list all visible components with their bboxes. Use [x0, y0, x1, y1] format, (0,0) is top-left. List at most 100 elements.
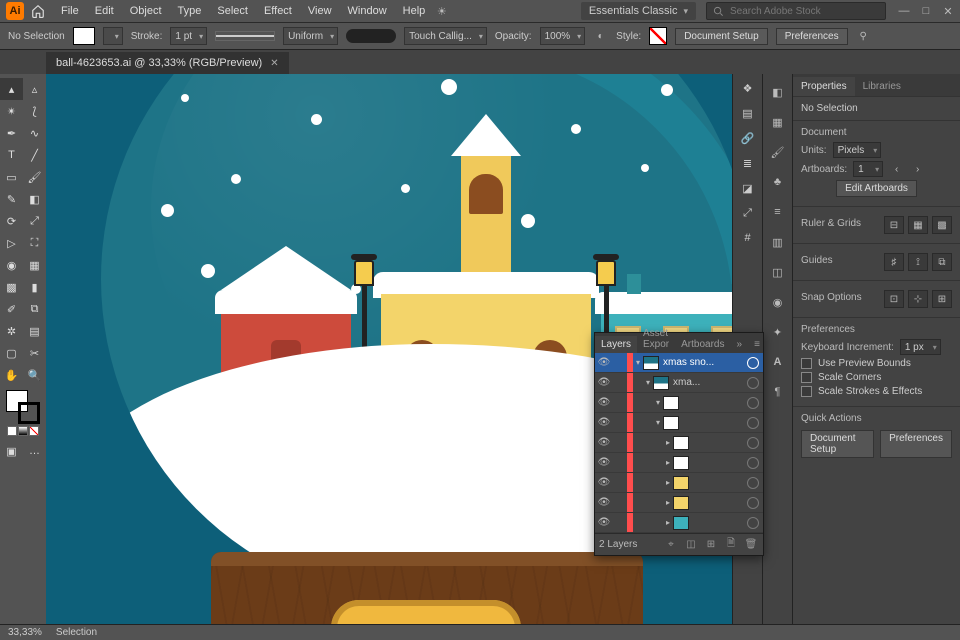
target-icon[interactable]: [747, 437, 759, 449]
layer-row[interactable]: 👁▸: [595, 453, 763, 473]
screen-mode-tool[interactable]: ▣: [0, 440, 23, 462]
menu-edit[interactable]: Edit: [88, 2, 121, 20]
zoom-level[interactable]: 33,33%: [8, 627, 42, 638]
menu-view[interactable]: View: [301, 2, 339, 20]
brightness-icon[interactable]: ☀: [434, 4, 449, 19]
pen-tool[interactable]: ✒: [0, 122, 23, 144]
menu-file[interactable]: File: [54, 2, 86, 20]
visibility-icon[interactable]: 👁: [595, 437, 613, 448]
rectangle-tool[interactable]: ▭: [0, 166, 23, 188]
symbol-sprayer-tool[interactable]: ✲: [0, 320, 23, 342]
smart-guides-icon[interactable]: ⧉: [932, 253, 952, 271]
menu-help[interactable]: Help: [396, 2, 433, 20]
transparency-grid-icon[interactable]: ▩: [932, 216, 952, 234]
target-icon[interactable]: [747, 517, 759, 529]
gradient-tool[interactable]: ▮: [23, 276, 46, 298]
units-field[interactable]: Pixels: [833, 142, 882, 158]
layer-row[interactable]: 👁▾: [595, 393, 763, 413]
disclosure-icon[interactable]: ▸: [663, 478, 673, 487]
visibility-icon[interactable]: 👁: [595, 477, 613, 488]
grid-icon[interactable]: ▦: [908, 216, 928, 234]
target-icon[interactable]: [747, 497, 759, 509]
symbols-panel-icon[interactable]: ♣: [768, 172, 788, 192]
line-segment-tool[interactable]: ╱: [23, 144, 46, 166]
pin-icon[interactable]: ⚲: [856, 29, 871, 44]
rotate-tool[interactable]: ⟳: [0, 210, 23, 232]
transparency-panel-icon[interactable]: ◫: [768, 262, 788, 282]
visibility-icon[interactable]: 👁: [595, 377, 613, 388]
magic-wand-tool[interactable]: ✴: [0, 100, 23, 122]
disclosure-icon[interactable]: ▾: [633, 358, 643, 367]
opacity-field[interactable]: 100%: [540, 27, 586, 45]
layers-panel[interactable]: Layers Asset Expor Artboards » ≡ 👁▾xmas …: [594, 332, 764, 556]
edit-artboards-button[interactable]: Edit Artboards: [836, 180, 917, 197]
direct-selection-tool[interactable]: ▵: [23, 78, 46, 100]
links-dock-icon[interactable]: 🔗: [741, 132, 755, 145]
layer-row[interactable]: 👁▾: [595, 413, 763, 433]
mesh-tool[interactable]: ▩: [0, 276, 23, 298]
disclosure-icon[interactable]: ▸: [663, 498, 673, 507]
ruler-icon[interactable]: ⊟: [884, 216, 904, 234]
visibility-icon[interactable]: 👁: [595, 457, 613, 468]
artboards-field[interactable]: 1: [853, 161, 883, 177]
layer-row[interactable]: 👁▾xmas sno...: [595, 353, 763, 373]
fill-stroke-swatch[interactable]: [6, 390, 40, 424]
target-icon[interactable]: [747, 397, 759, 409]
layers-dock-icon[interactable]: ❖: [743, 82, 753, 95]
new-layer-icon[interactable]: 🗎: [723, 537, 739, 553]
paintbrush-tool[interactable]: 🖌: [23, 166, 46, 188]
disclosure-icon[interactable]: ▸: [663, 438, 673, 447]
scale-strokes-checkbox[interactable]: Scale Strokes & Effects: [801, 386, 952, 397]
style-swatch[interactable]: [649, 27, 667, 45]
stroke-profile[interactable]: [215, 31, 275, 41]
snap-pixel-icon[interactable]: ⊡: [884, 290, 904, 308]
shape-builder-tool[interactable]: ◉: [0, 254, 23, 276]
disclosure-icon[interactable]: ▸: [663, 458, 673, 467]
keyboard-increment-field[interactable]: 1 px: [900, 339, 941, 355]
use-preview-bounds-checkbox[interactable]: Use Preview Bounds: [801, 358, 952, 369]
blend-tool[interactable]: ⧉: [23, 298, 46, 320]
new-sublayer-icon[interactable]: ⊞: [703, 537, 719, 553]
char-panel-icon[interactable]: A: [768, 352, 788, 372]
asset-export-tab[interactable]: Asset Expor: [637, 325, 675, 353]
menu-select[interactable]: Select: [210, 2, 255, 20]
artboard-prev-icon[interactable]: ‹: [889, 162, 904, 177]
artboard-next-icon[interactable]: ›: [910, 162, 925, 177]
document-setup-button[interactable]: Document Setup: [675, 28, 768, 45]
lasso-tool[interactable]: ⟅: [23, 100, 46, 122]
layer-row[interactable]: 👁▸: [595, 493, 763, 513]
workspace-switcher[interactable]: Essentials Classic: [581, 2, 696, 20]
stroke-panel-icon[interactable]: ≡: [768, 202, 788, 222]
eyedropper-tool[interactable]: ✐: [0, 298, 23, 320]
align-dock-icon[interactable]: ≣: [743, 157, 752, 170]
layer-row[interactable]: 👁▸: [595, 433, 763, 453]
target-icon[interactable]: [747, 357, 759, 369]
visibility-icon[interactable]: 👁: [595, 417, 613, 428]
layer-row[interactable]: 👁▸: [595, 473, 763, 493]
free-transform-tool[interactable]: ⛶: [23, 232, 46, 254]
layer-name[interactable]: xmas sno...: [663, 357, 743, 368]
transform-dock-icon[interactable]: ⤢: [743, 207, 752, 220]
layer-name[interactable]: xma...: [673, 377, 743, 388]
disclosure-icon[interactable]: ▾: [653, 418, 663, 427]
disclosure-icon[interactable]: ▾: [643, 378, 653, 387]
target-icon[interactable]: [747, 457, 759, 469]
appearance-panel-icon[interactable]: ◉: [768, 292, 788, 312]
document-tab[interactable]: ball-4623653.ai @ 33,33% (RGB/Preview) ✕: [46, 52, 289, 74]
locate-object-icon[interactable]: ⌖: [663, 537, 679, 553]
guides-show-icon[interactable]: ♯: [884, 253, 904, 271]
panel-collapse-icon[interactable]: »: [731, 336, 749, 353]
disclosure-icon[interactable]: ▾: [653, 398, 663, 407]
guides-lock-icon[interactable]: ⟟: [908, 253, 928, 271]
scale-tool[interactable]: ⤢: [23, 210, 46, 232]
menu-effect[interactable]: Effect: [257, 2, 299, 20]
window-minimize-icon[interactable]: —: [898, 5, 910, 17]
delete-layer-icon[interactable]: 🗑: [743, 537, 759, 553]
layer-row[interactable]: 👁 ▾ xma...: [595, 373, 763, 393]
visibility-icon[interactable]: 👁: [595, 517, 613, 528]
visibility-icon[interactable]: 👁: [595, 397, 613, 408]
snap-point-icon[interactable]: ⊹: [908, 290, 928, 308]
shaper-tool[interactable]: ✎: [0, 188, 23, 210]
tab-properties[interactable]: Properties: [793, 77, 855, 96]
scale-corners-checkbox[interactable]: Scale Corners: [801, 372, 952, 383]
